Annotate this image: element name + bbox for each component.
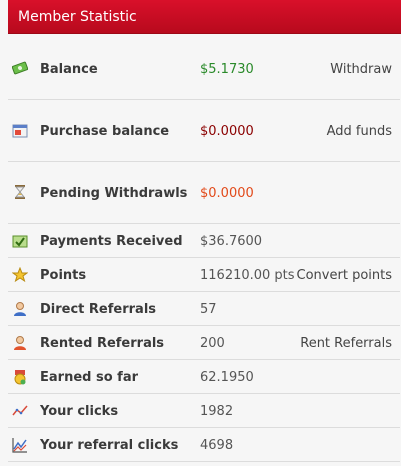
stat-label: Pending Withdrawls	[40, 186, 188, 201]
stat-label: Your clicks	[40, 404, 119, 419]
stat-label: Earned so far	[40, 370, 139, 385]
stat-value: 62.1950	[200, 370, 254, 385]
stat-row-balance: Balance $5.1730 Withdraw	[8, 36, 400, 100]
stat-row-pending-withdrawls: Pending Withdrawls $0.0000	[8, 162, 400, 224]
panel-title: Member Statistic	[8, 0, 401, 34]
stat-label: Points	[40, 268, 87, 283]
medal-icon	[14, 370, 26, 385]
user-rented-icon	[14, 336, 26, 350]
stat-row-your-clicks: Your clicks 1982	[8, 394, 400, 428]
stat-label: Purchase balance	[40, 124, 170, 139]
stat-value: $5.1730	[200, 62, 254, 77]
stat-value: 1982	[200, 404, 234, 419]
payment-received-icon	[12, 235, 28, 248]
stat-label: Direct Referrals	[40, 302, 157, 317]
stat-row-payments-received: Payments Received $36.7600	[8, 224, 400, 258]
stat-row-direct-referrals: Direct Referrals 57	[8, 292, 400, 326]
money-icon	[12, 61, 28, 75]
stat-row-your-referral-clicks: Your referral clicks 4698	[8, 428, 400, 462]
stat-row-purchase-balance: Purchase balance $0.0000 Add funds	[8, 100, 400, 162]
stat-value: 4698	[200, 438, 234, 453]
stat-value: $36.7600	[200, 234, 263, 249]
user-icon	[14, 302, 26, 316]
purchase-balance-icon	[12, 124, 28, 138]
stat-value: 57	[200, 302, 217, 317]
clicks-chart-icon	[12, 405, 28, 416]
convert-points-link[interactable]: Convert points	[297, 268, 392, 283]
stat-value: $0.0000	[200, 186, 254, 201]
stat-row-earned-so-far: Earned so far 62.1950	[8, 360, 400, 394]
stat-label: Balance	[40, 62, 98, 77]
stat-row-rented-referrals: Rented Referrals 200 Rent Referrals	[8, 326, 400, 360]
stat-row-points: Points 116210.00 pts Convert points	[8, 258, 400, 292]
member-statistic-panel: Member Statistic Balance $5.1730 Withdra…	[0, 0, 401, 466]
rent-referrals-link[interactable]: Rent Referrals	[300, 336, 392, 351]
stat-label: Your referral clicks	[40, 438, 179, 453]
stat-label: Rented Referrals	[40, 336, 165, 351]
stat-value: 116210.00 pts	[200, 268, 295, 283]
referral-clicks-chart-icon	[12, 438, 27, 453]
add-funds-link[interactable]: Add funds	[327, 124, 392, 139]
stat-value: $0.0000	[200, 124, 254, 139]
hourglass-icon	[14, 185, 26, 199]
stat-value: 200	[200, 336, 225, 351]
stat-label: Payments Received	[40, 234, 183, 249]
star-medal-icon	[12, 267, 28, 283]
withdraw-link[interactable]: Withdraw	[330, 62, 392, 77]
